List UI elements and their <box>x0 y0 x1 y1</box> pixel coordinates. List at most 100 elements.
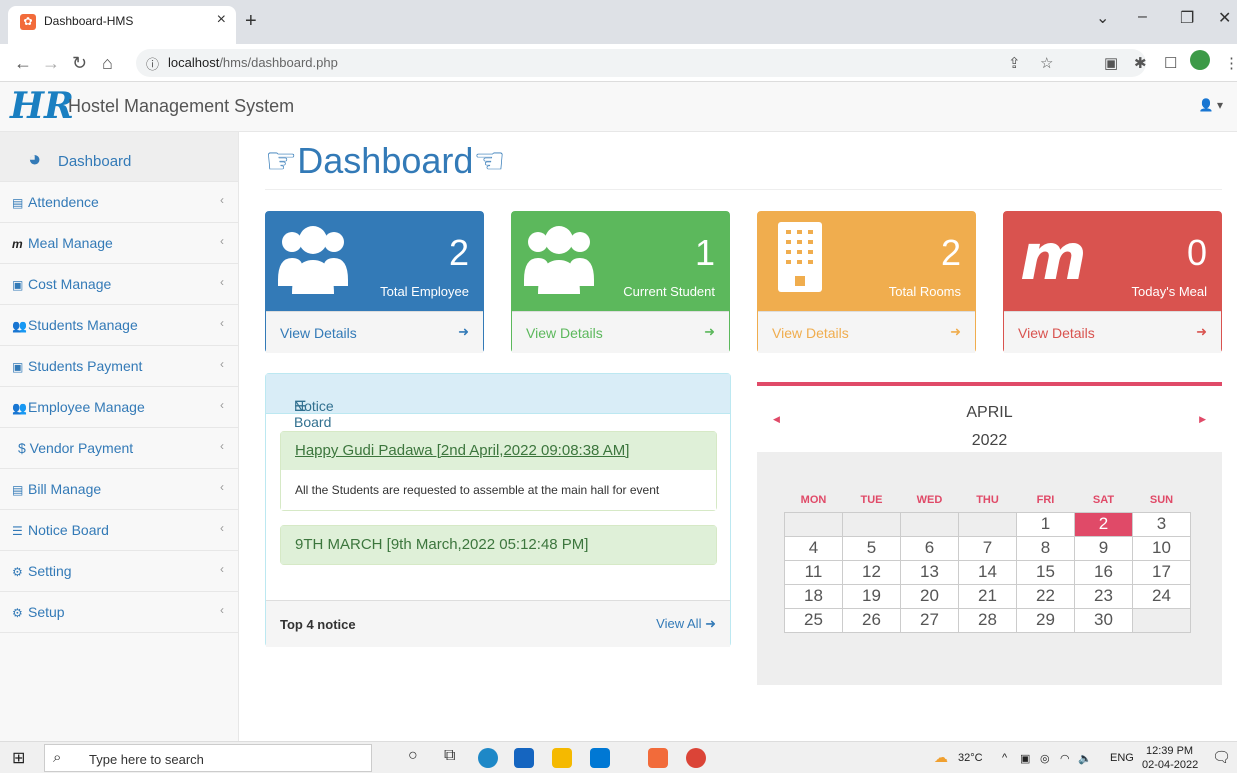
weekday-header: MON <box>800 493 827 506</box>
sidebar-item-attendence[interactable]: ▤ Attendence ‹ <box>0 182 238 223</box>
sidebar-item-meal-manage[interactable]: m Meal Manage ‹ <box>0 223 238 264</box>
calendar-day[interactable]: 9 <box>1074 535 1133 561</box>
sidebar-item-dashboard[interactable]: ◕ Dashboard <box>0 132 238 182</box>
calendar-day[interactable]: 15 <box>1016 559 1075 585</box>
puzzle-icon[interactable]: ✱ <box>1134 54 1147 72</box>
calendar-day[interactable]: 7 <box>958 535 1017 561</box>
taskbar-search[interactable]: ⌕ Type here to search <box>44 744 372 772</box>
chevron-left-icon: ‹ <box>220 357 224 371</box>
calendar-day[interactable]: 27 <box>900 607 959 633</box>
view-all-link[interactable]: View All ➜ <box>656 616 716 632</box>
network-icon[interactable]: ◎ <box>1040 752 1050 765</box>
calendar-day[interactable]: 12 <box>842 559 901 585</box>
profile-avatar-icon[interactable] <box>1190 50 1210 70</box>
forward-icon[interactable]: → <box>42 53 60 74</box>
tab-close-icon[interactable]: × <box>217 11 226 29</box>
sidebar-item-students-payment[interactable]: ▣ Students Payment ‹ <box>0 346 238 387</box>
notice-title[interactable]: 9TH MARCH [9th March,2022 05:12:48 PM] <box>281 526 716 564</box>
file-explorer-icon[interactable] <box>552 748 572 768</box>
browser-tab[interactable]: ✿ Dashboard-HMS × <box>8 6 236 44</box>
calendar-day[interactable]: 19 <box>842 583 901 609</box>
clock-time[interactable]: 12:39 PM <box>1146 745 1193 757</box>
header-divider <box>265 189 1222 190</box>
hms-logo[interactable]: HR <box>10 84 74 128</box>
calendar-day[interactable]: 13 <box>900 559 959 585</box>
calendar-day[interactable]: 25 <box>784 607 843 633</box>
calendar-day[interactable]: 16 <box>1074 559 1133 585</box>
calendar-day[interactable]: 21 <box>958 583 1017 609</box>
language-indicator[interactable]: ENG <box>1110 752 1134 764</box>
notification-icon[interactable]: 🗨 <box>1212 748 1231 766</box>
chrome-icon[interactable] <box>686 748 706 768</box>
calendar-day[interactable]: 23 <box>1074 583 1133 609</box>
calendar-day[interactable]: 10 <box>1132 535 1191 561</box>
meet-now-icon[interactable]: ▣ <box>1020 752 1030 765</box>
view-details-link[interactable]: View Details ➜ <box>512 311 729 353</box>
minimize-icon[interactable]: – <box>1138 8 1147 26</box>
window-close-icon[interactable]: ✕ <box>1218 8 1231 28</box>
clock-date[interactable]: 02-04-2022 <box>1142 759 1198 771</box>
home-icon[interactable]: ⌂ <box>102 53 113 74</box>
calendar-day[interactable]: 17 <box>1132 559 1191 585</box>
wifi-icon[interactable]: ◠ <box>1060 752 1070 765</box>
chevron-left-icon: ‹ <box>220 275 224 289</box>
calendar-day[interactable]: 18 <box>784 583 843 609</box>
view-details-link[interactable]: View Details ➜ <box>758 311 975 353</box>
app-brand[interactable]: Hostel Management System <box>68 96 294 117</box>
task-view-icon[interactable]: ⧉ <box>444 747 455 765</box>
xampp-icon[interactable] <box>648 748 668 768</box>
sidebar-item-vendor-payment[interactable]: $ Vendor Payment ‹ <box>0 428 238 469</box>
view-details-link[interactable]: View Details ➜ <box>266 311 483 353</box>
extension-icon[interactable]: ▣ <box>1104 54 1118 72</box>
sidebar-item-notice-board[interactable]: ☰ Notice Board ‹ <box>0 510 238 551</box>
volume-icon[interactable]: 🔈 <box>1078 752 1092 765</box>
calendar-day[interactable]: 26 <box>842 607 901 633</box>
todays-meal-caption: Today's Meal <box>1131 284 1207 299</box>
tab-search-icon[interactable]: ⌄ <box>1096 8 1109 28</box>
next-month-icon[interactable]: ▶ <box>1199 414 1206 425</box>
calendar-day[interactable]: 29 <box>1016 607 1075 633</box>
view-details-link[interactable]: View Details ➜ <box>1004 311 1221 353</box>
calendar-day[interactable]: 24 <box>1132 583 1191 609</box>
calendar-day[interactable]: 11 <box>784 559 843 585</box>
calendar-day[interactable]: 3 <box>1132 511 1191 537</box>
calendar-day[interactable]: 4 <box>784 535 843 561</box>
calendar-day[interactable]: 8 <box>1016 535 1075 561</box>
sidebar-item-cost-manage[interactable]: ▣ Cost Manage ‹ <box>0 264 238 305</box>
notice-title-link[interactable]: Happy Gudi Padawa [2nd April,2022 09:08:… <box>295 442 629 459</box>
calendar-day[interactable]: 1 <box>1016 511 1075 537</box>
browser-menu-icon[interactable]: ⋮ <box>1224 54 1237 72</box>
calendar-day[interactable]: 22 <box>1016 583 1075 609</box>
calendar-day[interactable]: 20 <box>900 583 959 609</box>
user-menu-button[interactable]: 👤 ▾ <box>1199 98 1223 112</box>
new-tab-button[interactable]: + <box>245 10 257 33</box>
address-bar[interactable]: ⓘ localhost/hms/dashboard.php <box>136 49 1146 77</box>
file-icon: ▤ <box>12 196 24 210</box>
reload-icon[interactable]: ↻ <box>72 53 87 74</box>
star-icon[interactable]: ☆ <box>1040 54 1053 72</box>
weather-icon[interactable]: ☁ <box>934 749 948 766</box>
windows-start-icon[interactable]: ⊞ <box>12 748 25 768</box>
sidebar-item-bill-manage[interactable]: ▤ Bill Manage ‹ <box>0 469 238 510</box>
calendar-day[interactable]: 28 <box>958 607 1017 633</box>
sidebar-item-setup[interactable]: ⚙ Setup ‹ <box>0 592 238 633</box>
back-icon[interactable]: ← <box>14 53 32 74</box>
weather-temp[interactable]: 32°C <box>958 752 983 764</box>
restore-icon[interactable]: ❐ <box>1180 8 1194 28</box>
calendar-day-today[interactable]: 2 <box>1074 511 1133 537</box>
share-icon[interactable]: ⇪ <box>1008 54 1021 72</box>
mail-icon[interactable] <box>590 748 610 768</box>
edge-icon[interactable] <box>478 748 498 768</box>
sidebar-item-employee-manage[interactable]: 👥Employee Manage ‹ <box>0 387 238 428</box>
sidebar-item-setting[interactable]: ⚙ Setting ‹ <box>0 551 238 592</box>
sidebar-item-students-manage[interactable]: 👥Students Manage ‹ <box>0 305 238 346</box>
tray-expand-icon[interactable]: ^ <box>1002 752 1007 764</box>
sidepanel-icon[interactable]: ☐ <box>1164 54 1177 72</box>
calendar-day[interactable]: 5 <box>842 535 901 561</box>
store-icon[interactable] <box>514 748 534 768</box>
calendar-day[interactable]: 6 <box>900 535 959 561</box>
calendar-day[interactable]: 14 <box>958 559 1017 585</box>
site-info-icon[interactable]: ⓘ <box>146 54 159 73</box>
calendar-day[interactable]: 30 <box>1074 607 1133 633</box>
cortana-icon[interactable]: ○ <box>408 747 418 765</box>
